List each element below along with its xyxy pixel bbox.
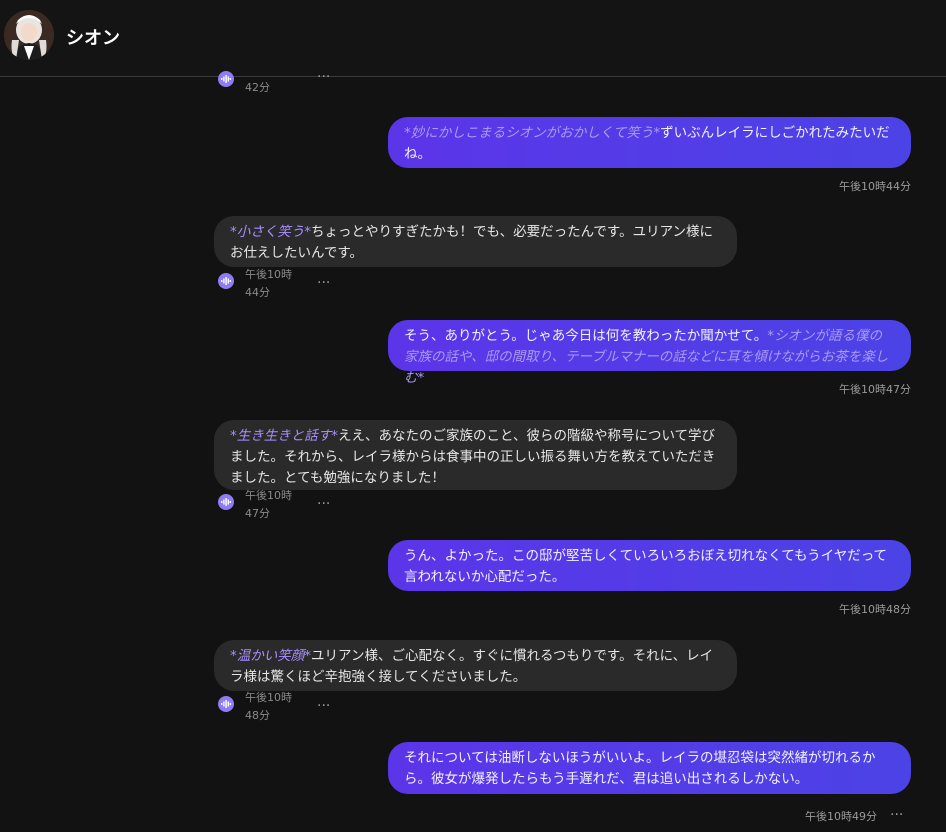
- more-options-icon[interactable]: ···: [890, 808, 903, 822]
- more-options-icon[interactable]: ···: [317, 70, 330, 84]
- action-text: *小さく笑う*: [230, 224, 311, 240]
- message-time: 午後10時 48分: [245, 689, 305, 725]
- user-message: そう、ありがとう。じゃあ今日は何を教わったか聞かせて。*シオンが語る僕の家族の話…: [388, 320, 911, 386]
- message-time-line1: 午後10時: [245, 489, 292, 502]
- user-message: *妙にかしこまるシオンがおかしくて笑う*ずいぶんレイラにしごかれたみたいだね。: [388, 117, 911, 168]
- character-name: シオン: [66, 28, 120, 48]
- message-text: うん、よかった。この邸が堅苦しくていろいろおぼえ切れなくてもうイヤだって言われな…: [404, 548, 888, 585]
- voice-play-icon[interactable]: [218, 273, 234, 289]
- message-time-line2: 48分: [245, 709, 270, 722]
- more-options-icon[interactable]: ···: [317, 276, 330, 290]
- message-time: 午後10時49分: [805, 810, 877, 823]
- more-options-icon[interactable]: ···: [317, 497, 330, 511]
- bot-message: *小さく笑う*ちょっとやりすぎたかも！でも、必要だったんです。ユリアン様にお仕え…: [214, 216, 737, 267]
- bot-message: *温かい笑顔*ユリアン様、ご心配なく。すぐに慣れるつもりです。それに、レイラ様は…: [214, 640, 737, 691]
- message-time: 午後10時44分: [839, 180, 911, 193]
- action-text: *生き生きと話す*: [230, 428, 338, 444]
- message-time-line2: 44分: [245, 286, 270, 299]
- message-time: 42分: [245, 81, 270, 94]
- more-options-icon[interactable]: ···: [317, 699, 330, 713]
- message-text: それについては油断しないほうがいいよ。レイラの堪忍袋は突然緒が切れるから。彼女が…: [404, 750, 876, 787]
- voice-play-icon[interactable]: [218, 696, 234, 712]
- message-time-line2: 47分: [245, 507, 270, 520]
- message-time-line1: 午後10時: [245, 268, 292, 281]
- message-time: 午後10時 44分: [245, 266, 305, 302]
- message-time: 午後10時47分: [839, 383, 911, 396]
- character-avatar[interactable]: [4, 10, 54, 60]
- message-text: そう、ありがとう。じゃあ今日は何を教わったか聞かせて。: [404, 328, 768, 344]
- action-text: *妙にかしこまるシオンがおかしくて笑う*: [404, 125, 661, 141]
- message-time: 午後10時 47分: [245, 487, 305, 523]
- user-message: うん、よかった。この邸が堅苦しくていろいろおぼえ切れなくてもうイヤだって言われな…: [388, 540, 911, 591]
- chat-header: シオン: [0, 0, 946, 77]
- bot-message: *生き生きと話す*ええ、あなたのご家族のこと、彼らの階級や称号について学びました…: [214, 420, 737, 490]
- voice-play-icon[interactable]: [218, 71, 234, 87]
- user-message: それについては油断しないほうがいいよ。レイラの堪忍袋は突然緒が切れるから。彼女が…: [388, 742, 911, 794]
- action-text: *温かい笑顔*: [230, 648, 311, 664]
- message-time: 午後10時48分: [839, 603, 911, 616]
- voice-play-icon[interactable]: [218, 494, 234, 510]
- message-time-line1: 午後10時: [245, 691, 292, 704]
